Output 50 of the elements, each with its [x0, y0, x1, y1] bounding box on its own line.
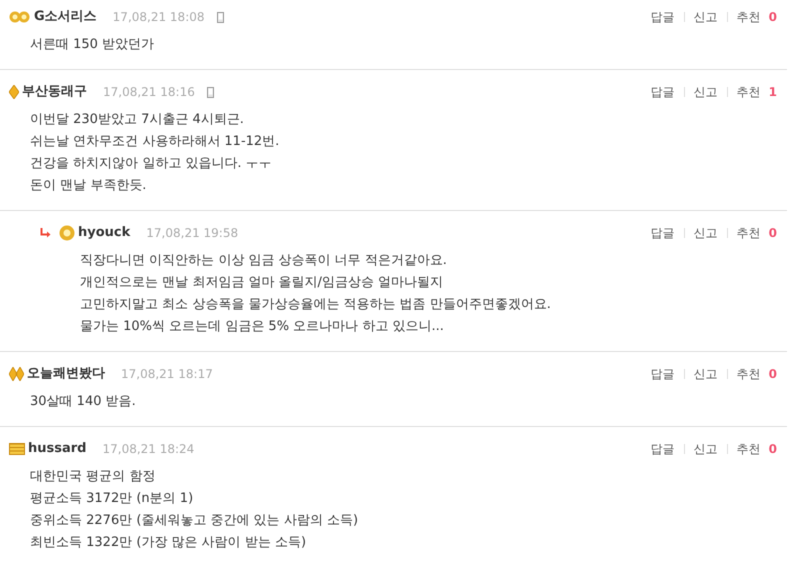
comment-text-line: 이번달 230받았고 7시출근 4시퇴근. — [30, 111, 244, 129]
comment-text-line: 30살때 140 받음. — [30, 393, 136, 411]
recommend-link[interactable]: 추천 — [736, 365, 761, 383]
comment-date: 17,08,21 19:58 — [146, 225, 238, 242]
comment-text-line: 개인적으로는 맨날 최저임금 얼마 올릴지/임금상승 얼마나될지 — [80, 274, 444, 292]
recommend-link[interactable]: 추천 — [736, 8, 761, 26]
comment-date: 17,08,21 18:24 — [102, 441, 194, 458]
comment-text-line: 최빈소득 1322만 (가장 많은 사람이 받는 소득) — [30, 534, 306, 552]
author-name[interactable]: 부산동래구 — [22, 82, 87, 102]
comment-text-line: 고민하지말고 최소 상승폭을 물가상승율에는 적용하는 법좀 만들어주면좋겠어요. — [80, 296, 551, 314]
reply-arrow-icon — [40, 228, 51, 238]
comment-date: 17,08,21 18:08 — [112, 9, 205, 26]
recommend-count: 0 — [768, 9, 777, 26]
comment-text-line: 대한민국 평균의 함정 — [30, 468, 156, 486]
recommend-count: 0 — [768, 225, 777, 242]
comment-text-line: 건강을 하치지않아 일하고 있읍니다. ㅜㅜ — [30, 155, 272, 173]
reply-link[interactable]: 답글 — [650, 83, 675, 101]
recommend-link[interactable]: 추천 — [736, 440, 761, 458]
double-diamond-badge-icon — [9, 367, 24, 381]
recommend-link[interactable]: 추천 — [736, 83, 761, 101]
report-link[interactable]: 신고 — [694, 365, 718, 383]
report-link[interactable]: 신고 — [694, 224, 718, 242]
reply-link[interactable]: 답글 — [650, 440, 675, 458]
reply-link[interactable]: 답글 — [650, 224, 675, 242]
report-link[interactable]: 신고 — [694, 440, 718, 458]
comment-text-line: 중위소득 2276만 (줄세워놓고 중간에 있는 사람의 소득) — [30, 512, 358, 530]
comment-date: 17,08,21 18:16 — [103, 84, 195, 101]
comment-text-line: 서른때 150 받았던가 — [30, 36, 154, 54]
recommend-link[interactable]: 추천 — [736, 224, 761, 242]
comment-text-line: 직장다니면 이직안하는 이상 임금 상승폭이 너무 적은거같아요. — [80, 252, 447, 270]
recommend-count: 0 — [768, 441, 777, 458]
reply-link[interactable]: 답글 — [650, 365, 675, 383]
comment-text-line: 물가는 10%씩 오르는데 임금은 5% 오르나마나 하고 있으니... — [80, 318, 444, 336]
comment-text-line: 돈이 맨날 부족한듯. — [30, 177, 146, 195]
recommend-count: 1 — [768, 84, 777, 101]
author-name[interactable]: hussard — [28, 439, 86, 459]
bars-badge-icon — [9, 443, 25, 455]
mobile-icon — [216, 12, 224, 22]
author-name[interactable]: hyouck — [78, 223, 130, 243]
report-link[interactable]: 신고 — [694, 8, 718, 26]
author-name[interactable]: 오늘쾌변봤다 — [27, 364, 105, 384]
reply-link[interactable]: 답글 — [650, 8, 675, 26]
comment-text-line: 평균소득 3172만 (n분의 1) — [30, 490, 194, 508]
comment-date: 17,08,21 18:17 — [121, 366, 213, 383]
recommend-count: 0 — [768, 366, 777, 383]
mobile-icon — [206, 86, 214, 98]
author-name[interactable]: G소서리스 — [34, 7, 97, 27]
diamond-badge-icon — [9, 85, 19, 99]
report-link[interactable]: 신고 — [694, 83, 718, 101]
comment-text-line: 쉬는날 연차무조건 사용하라해서 11-12번. — [30, 133, 280, 151]
